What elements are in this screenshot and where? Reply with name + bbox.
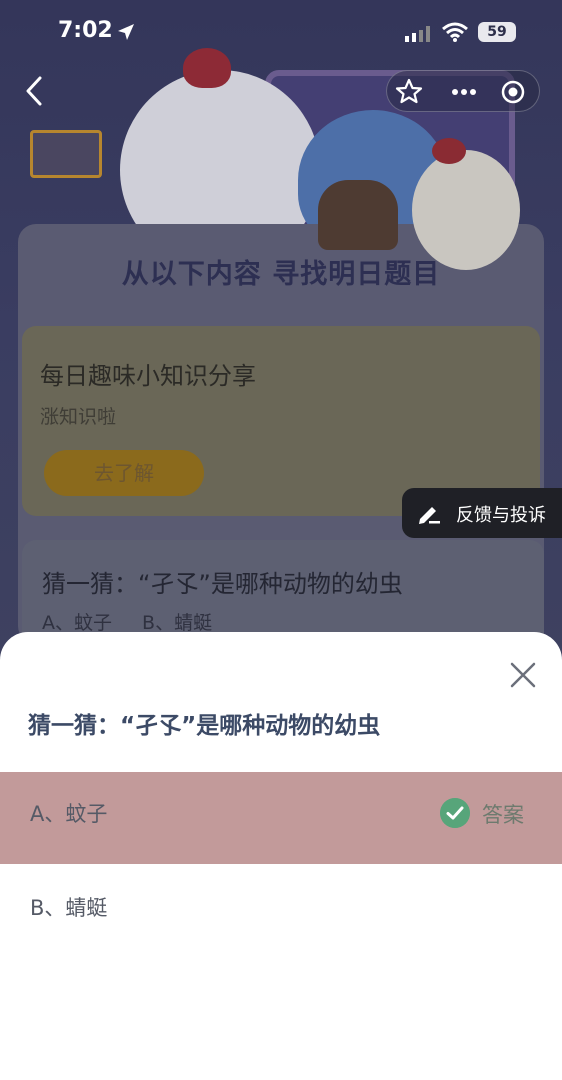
chick-illustration: [412, 150, 520, 270]
answer-bottom-sheet: 猜一猜：“孑孓”是哪种动物的幼虫 A、蚊子 答案 B、蜻蜓: [0, 632, 562, 1080]
back-arrow-icon[interactable]: [20, 74, 50, 108]
close-icon[interactable]: [506, 658, 540, 692]
check-circle-icon: [440, 798, 470, 828]
status-bar: 7:02 59: [0, 0, 562, 64]
edit-pen-icon: [419, 507, 440, 524]
option-b[interactable]: B、蜻蜓: [0, 866, 562, 958]
option-label: B、蜻蜓: [30, 896, 108, 920]
question-title: 猜一猜：“孑孓”是哪种动物的幼虫: [28, 713, 381, 739]
mini-program-capsule: [386, 70, 540, 112]
learn-more-button[interactable]: 去了解: [44, 450, 204, 496]
more-dots-icon[interactable]: [444, 71, 484, 113]
close-target-icon[interactable]: [493, 71, 533, 113]
feedback-label: 反馈与投诉: [456, 505, 546, 526]
battery-indicator: 59: [478, 22, 516, 42]
feedback-button[interactable]: 反馈与投诉: [402, 488, 562, 538]
option-label: A、蚊子: [30, 802, 108, 826]
status-time: 7:02: [58, 18, 113, 43]
wifi-icon: [442, 22, 468, 42]
fact-card-subtitle: 涨知识啦: [40, 406, 117, 428]
location-arrow-icon: [118, 24, 134, 40]
question-card-title: 猜一猜：“孑孓”是哪种动物的幼虫: [42, 570, 403, 598]
fact-card-title: 每日趣味小知识分享: [40, 362, 256, 390]
star-add-icon[interactable]: [389, 71, 429, 113]
option-a[interactable]: A、蚊子 答案: [0, 772, 562, 864]
cellular-signal-icon: [405, 26, 430, 42]
question-card-options: A、蚊子 B、蜻蜓: [42, 612, 213, 634]
answer-tag-label: 答案: [482, 803, 524, 827]
cat-illustration: [318, 180, 398, 250]
medal-frame-illustration: [30, 130, 102, 178]
chick-comb-small-illustration: [432, 138, 466, 164]
